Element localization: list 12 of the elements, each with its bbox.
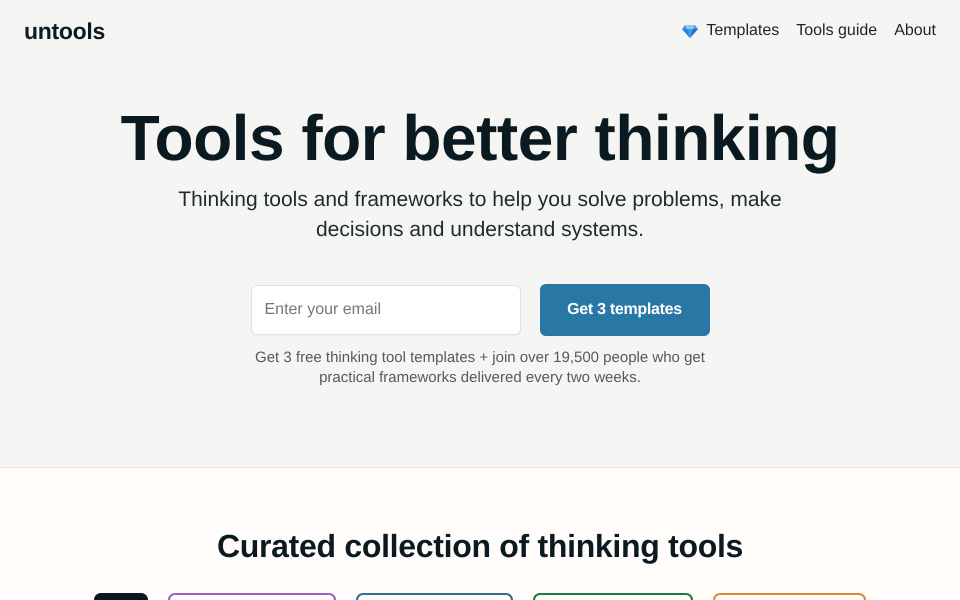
section-title: Curated collection of thinking tools	[216, 528, 744, 564]
hero-title: Tools for better thinking	[120, 101, 840, 176]
signup-note: Get 3 free thinking tool templates + join over 19,500 people who get practical frameworks delivered every two weeks.	[254, 348, 706, 388]
nav-link[interactable]: About	[894, 21, 936, 41]
category-button[interactable]	[94, 593, 148, 600]
email-field[interactable]: Enter your email	[250, 285, 520, 335]
get-templates-button[interactable]: Get 3 templates	[540, 284, 710, 336]
nav-link[interactable]: Templates	[682, 21, 780, 41]
hero-subtitle: Thinking tools and frameworks to help you solve problems, make decisions and understand systems.	[177, 187, 783, 243]
gem-icon	[682, 24, 698, 38]
nav-link[interactable]: Tools guide	[796, 21, 878, 41]
logo[interactable]: untools	[24, 17, 105, 45]
